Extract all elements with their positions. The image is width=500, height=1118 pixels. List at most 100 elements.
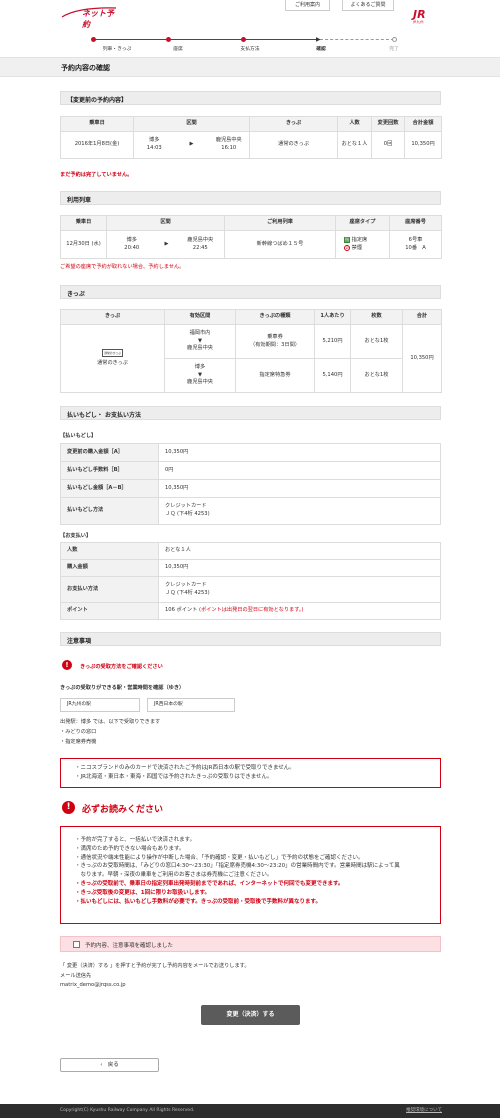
agree-label: 予約内容、注意事項を確認しました <box>85 943 174 949</box>
before-section-header: 【変更前の予約内容】 <box>60 91 441 105</box>
before-arr: 16:10 <box>221 145 237 151</box>
step-label-4: 確認 <box>316 47 326 52</box>
pay-method-label: お支払い方法 <box>60 576 159 603</box>
th-section: 区間 <box>132 116 251 132</box>
step-label-5: 完了 <box>389 47 399 52</box>
mail-address: matrix_demo@jrqss.co.jp <box>60 982 126 988</box>
ticket-table: きっぷ 有効区間 きっぷの種類 1人あたり 枚数 合計 通常のきっぷ 通常のきっ… <box>60 309 442 393</box>
jr-west-stations-link[interactable]: JR西日本の駅 <box>147 698 235 712</box>
th-train-name: ご利用列車 <box>224 215 337 231</box>
notice-section-header: 注意事項 <box>60 632 441 646</box>
back-button[interactable]: ‹ 戻る <box>60 1058 159 1072</box>
car-number: 6号車 <box>408 236 423 243</box>
train-name: 新幹線つばめ１５号 <box>224 230 337 259</box>
recommended-env-link[interactable]: 推奨環境について <box>406 1104 442 1118</box>
must-2: ・満席のため予約できない場合もあります。 <box>75 845 185 852</box>
stations-title: きっぷの受取りができる駅・営業時間を確認（ゆき） <box>60 685 185 691</box>
help-button[interactable]: ご利用案内 <box>285 0 330 11</box>
th-ticket: きっぷ <box>249 116 339 132</box>
step-dot-3 <box>241 37 246 42</box>
closing-message: 「 変更（決済）する 」を押すと予約が完了し予約内容をメールでお送りします。 <box>60 963 250 969</box>
before-dep: 14:03 <box>146 145 162 151</box>
pay-method-type: クレジットカード <box>165 581 207 588</box>
pickup-item-2: ・指定席券売機 <box>60 739 97 745</box>
jr-kyushu-stations-link[interactable]: JR九州の駅 <box>60 698 140 712</box>
before-from: 博多 <box>149 137 160 144</box>
faq-button[interactable]: よくあるご質問 <box>342 0 394 11</box>
kippu1-price: 5,210円 <box>314 324 351 359</box>
progress-done-line <box>92 39 317 40</box>
refund-table: 変更前の購入金額［A］ 10,350円 払いもどし手数料［B］ 0円 払いもどし金額… <box>60 443 441 525</box>
th-people: 人数 <box>337 116 373 132</box>
footer: Copyright(C) Kyushu Railway Company All … <box>0 1104 500 1118</box>
before-date: 2016年1月8日(金) <box>60 131 134 159</box>
kippu-total: 10,350円 <box>402 324 442 393</box>
th-total: 合計金額 <box>404 116 443 132</box>
train-dep: 20:40 <box>124 244 140 251</box>
kippu1-qty: おとな1枚 <box>350 324 403 359</box>
pay-method-card: ＪＱ (下4桁 4253) <box>165 589 210 596</box>
agree-checkbox[interactable] <box>73 941 80 948</box>
net-yoyaku-logo[interactable]: ネット予約 <box>60 6 118 29</box>
jr-kyushu-logo[interactable]: JR JR九州 <box>413 9 431 25</box>
progress-steps: ▶ 列車・きっぷ 座席 支払方法 確認 完了 <box>0 30 500 56</box>
kippu2-qty: おとな1枚 <box>350 358 403 393</box>
step-dot-1 <box>91 37 96 42</box>
th-valid-section: 有効区間 <box>164 309 236 325</box>
refund-purchase-label: 変更前の購入金額［A］ <box>60 443 159 462</box>
before-table: 乗車日 区間 きっぷ 人数 変更回数 合計金額 2016年1月8日(金) 博多 1… <box>60 116 443 159</box>
seat-number: 10番 A <box>405 244 426 251</box>
refund-method-card: ＪＱ (下4桁 4253) <box>165 511 210 517</box>
before-total: 10,350円 <box>404 131 443 159</box>
before-ticket: 通常のきっぷ <box>249 131 339 159</box>
step-label-1: 列車・きっぷ <box>102 47 132 52</box>
th-kippu: きっぷ <box>60 309 165 325</box>
must-3: ・通信状況や端末性能により操作が中断した場合、「予約確認・変更・払いもどし」で予… <box>75 854 364 861</box>
seat-type: 指定席 <box>351 236 368 243</box>
kippu1-validity: （有効期間：3日間） <box>250 341 300 348</box>
must-5: なります。早朝・深夜の乗車をご利用のお客さまは券売機にご注意ください。 <box>75 872 273 879</box>
not-complete-notice: まだ予約は完了していません。 <box>60 172 133 178</box>
pay-title: 【お支払い】 <box>60 533 92 539</box>
ticket-icon: 通常のきっぷ <box>102 349 123 358</box>
before-to: 鹿児島中央 <box>215 137 242 144</box>
kippu2-to: 鹿児島中央 <box>187 379 213 386</box>
logo-text: ネット予約 <box>82 9 114 29</box>
th-seat-number: 座席番号 <box>389 215 443 231</box>
train-section-header: 利用列車 <box>60 191 441 205</box>
refund-amount-value: 10,350円 <box>158 479 441 498</box>
train-to: 鹿児島中央 <box>187 236 214 243</box>
before-arrow-icon: ▶ <box>174 131 209 159</box>
ticket-section-header: きっぷ <box>60 285 441 299</box>
submit-change-button[interactable]: 変更（決済）する <box>201 1005 300 1025</box>
before-changes: 0回 <box>371 131 406 159</box>
must-red-1: ・きっぷの受取前で、乗車日の指定列車出発時刻前までであれば、インターネットで何回… <box>75 880 344 887</box>
pay-table: 人数 おとな１人 購入金額 10,350円 お支払い方法 クレジットカード ＪＱ (下4… <box>60 542 441 620</box>
mail-label: メール送信先 <box>60 973 92 979</box>
smoking: 禁煙 <box>351 244 363 251</box>
refund-title: 【払いもどし】 <box>60 433 97 439</box>
agree-row[interactable]: 予約内容、注意事項を確認しました <box>60 936 441 952</box>
card-notice-1: ・ニコスブランドのみのカードで決済されたご予約はJR西日本の駅で受取りできません… <box>75 765 295 771</box>
kippu1-to: 鹿児島中央 <box>187 345 213 352</box>
th-changes: 変更回数 <box>371 116 406 132</box>
must-4: ・きっぷのお受取時間は、「みどりの窓口4:30～23:30」「指定席券売機4:3… <box>75 863 400 870</box>
card-notice-box: ・ニコスブランドのみのカードで決済されたご予約はJR西日本の駅で受取りできません… <box>60 758 441 788</box>
page-title-bar: 予約内容の確認 <box>0 57 500 77</box>
point-label: ポイント <box>60 602 159 620</box>
pay-people-value: おとな１人 <box>158 542 441 560</box>
reserved-seat-icon: 指 <box>344 236 351 243</box>
th-per-person: 1人あたり <box>314 309 351 325</box>
payment-section-header: 払いもどし・ お支払い方法 <box>60 406 441 420</box>
th-sum: 合計 <box>402 309 442 325</box>
must-read-title: 必ずお読みください <box>82 805 164 815</box>
ticket-section-title: きっぷ <box>67 291 85 298</box>
kippu2-from: 博多 <box>194 364 206 371</box>
payment-section-title: 払いもどし・ お支払い方法 <box>67 412 141 419</box>
no-smoking-icon: ⊘ <box>344 244 351 251</box>
must-read-box: ・予約が完了すると、一括払いで決済されます。 ・満席のため予約できない場合もあり… <box>60 826 441 924</box>
alert-icon: ! <box>62 660 72 670</box>
must-read-icon: ! <box>62 801 75 814</box>
point-value: 106 ポイント <box>165 607 198 614</box>
refund-method-label: 払いもどし方法 <box>60 497 159 525</box>
